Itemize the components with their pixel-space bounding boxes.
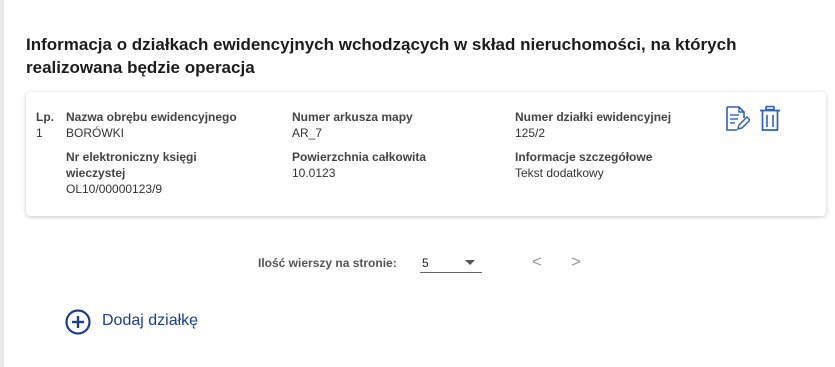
ksiega-label-line2: wieczystej bbox=[66, 166, 126, 180]
lp-label: Lp. bbox=[36, 110, 54, 124]
info-label: Informacje szczegółowe bbox=[515, 150, 653, 164]
edit-document-icon bbox=[726, 106, 752, 131]
powierzchnia-value: 10.0123 bbox=[292, 166, 336, 180]
obreb-label: Nazwa obrębu ewidencyjnego bbox=[66, 110, 237, 124]
trash-icon bbox=[760, 105, 780, 131]
edit-button[interactable] bbox=[724, 105, 752, 133]
rows-per-page-select[interactable]: 5 bbox=[420, 254, 482, 273]
arkusz-value: AR_7 bbox=[292, 126, 323, 140]
obreb-value: BORÓWKI bbox=[66, 126, 125, 140]
add-parcel-label: Dodaj działkę bbox=[102, 312, 199, 329]
arkusz-label: Numer arkusza mapy bbox=[292, 110, 413, 124]
lp-value: 1 bbox=[36, 126, 43, 140]
parcel-card: Lp. 1 Nazwa obrębu ewidencyjnego BORÓWKI… bbox=[26, 92, 826, 216]
ksiega-value: OL10/00000123/9 bbox=[66, 182, 163, 196]
plus-circle-icon bbox=[65, 309, 91, 335]
next-page-button[interactable]: > bbox=[566, 252, 586, 274]
info-value: Tekst dodatkowy bbox=[515, 166, 604, 180]
dzialka-value: 125/2 bbox=[515, 126, 546, 140]
rows-per-page-label: Ilość wierszy na stronie: bbox=[258, 256, 397, 270]
powierzchnia-label: Powierzchnia całkowita bbox=[292, 150, 427, 164]
prev-page-button[interactable]: < bbox=[527, 252, 547, 274]
delete-button[interactable] bbox=[758, 105, 782, 133]
rows-per-page-value: 5 bbox=[422, 256, 429, 270]
ksiega-label-line1: Nr elektroniczny księgi bbox=[66, 150, 197, 164]
chevron-down-icon bbox=[465, 260, 475, 265]
dzialka-label: Numer działki ewidencyjnej bbox=[515, 110, 672, 124]
section-title: Informacja o działkach ewidencyjnych wch… bbox=[26, 35, 737, 77]
left-edge bbox=[0, 0, 4, 367]
pagination-bar: Ilość wierszy na stronie: 5 < > bbox=[0, 252, 835, 274]
